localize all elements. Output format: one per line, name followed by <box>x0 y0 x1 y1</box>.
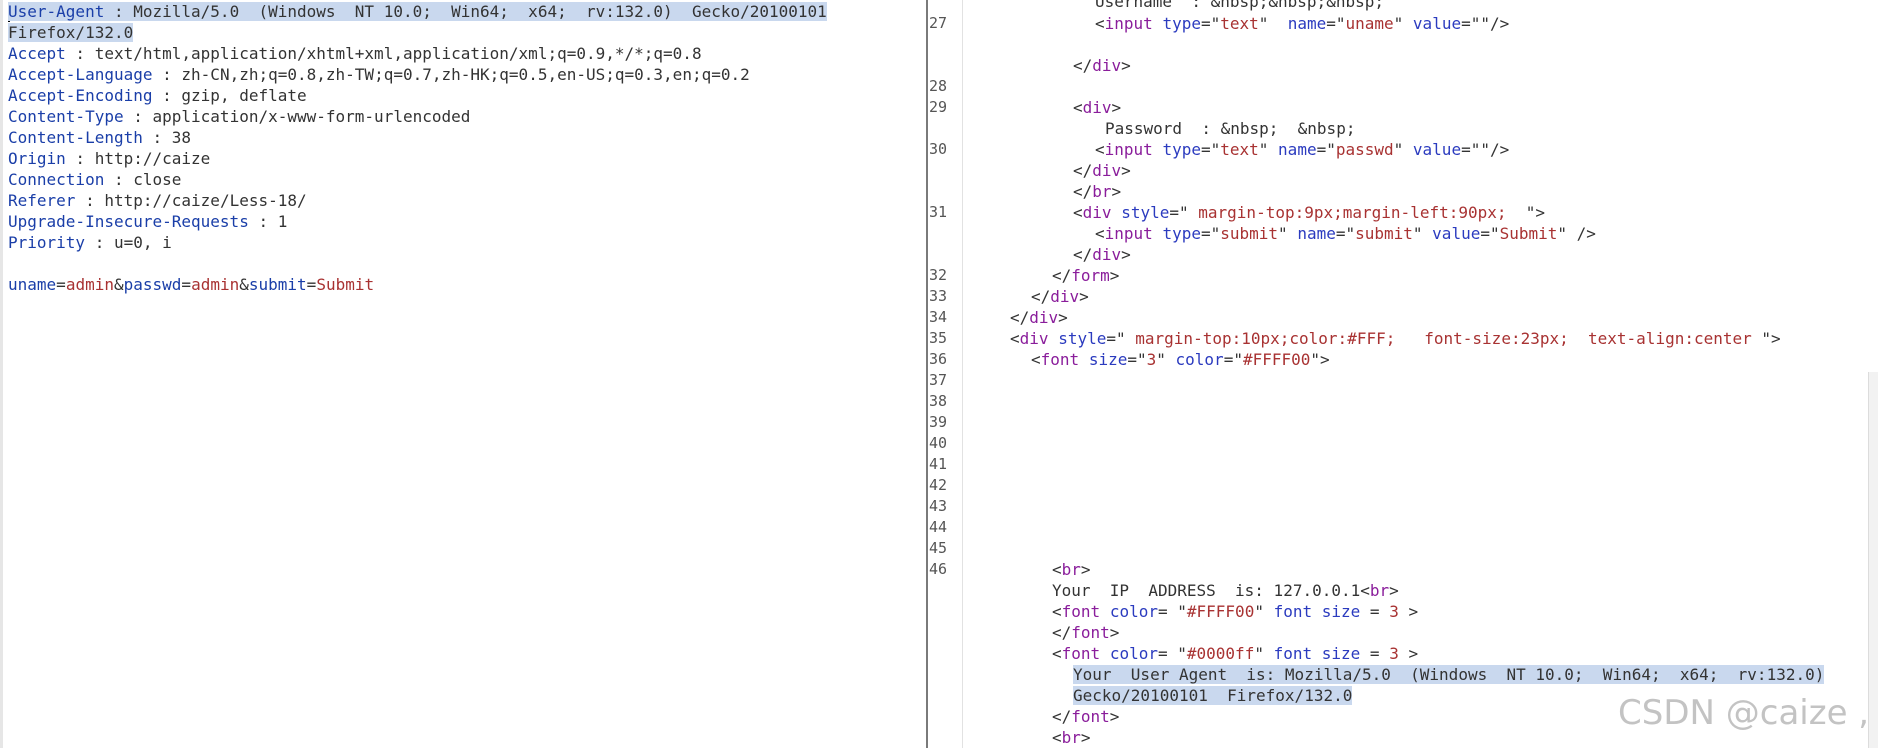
code-line: </font> <box>1052 623 1120 642</box>
header-line[interactable]: Accept-Language : zh-CN,zh;q=0.8,zh-TW;q… <box>8 64 750 85</box>
header-value: Mozilla/5.0 (Windows NT 10.0; Win64; x64… <box>133 2 827 21</box>
code-line: <div style=" margin-top:10px;color:#FFF;… <box>1010 329 1781 348</box>
line-number: 33 <box>929 287 948 305</box>
code-line: <font color= "#0000ff" font size = 3 > <box>1052 644 1419 663</box>
line-number: 36 <box>929 350 948 368</box>
header-line[interactable]: Content-Length : 38 <box>8 127 191 148</box>
line-number: 40 <box>929 434 948 452</box>
code-line: <div style=" margin-top:9px;margin-left:… <box>1073 203 1546 222</box>
line-number: 42 <box>929 476 948 494</box>
line-number: 27 <box>929 14 948 32</box>
line-number: 43 <box>929 497 948 515</box>
line-number: 28 <box>929 77 948 95</box>
code-line: </br> <box>1073 182 1122 201</box>
line-number: 32 <box>929 266 948 284</box>
header-line[interactable]: Priority : u=0, i <box>8 232 172 253</box>
line-number: 34 <box>929 308 948 326</box>
code-line: <font color= "#FFFF00" font size = 3 > <box>1052 602 1419 621</box>
code-line: <input type="text" name="uname" value=""… <box>1095 14 1510 33</box>
watermark: CSDN @caize , <box>1618 693 1870 733</box>
response-scrollbar[interactable] <box>1868 372 1878 748</box>
header-line[interactable]: Content-Type : application/x-www-form-ur… <box>8 106 470 127</box>
line-number: 31 <box>929 203 948 221</box>
code-line: <div> <box>1073 98 1122 117</box>
selected-code-line: Your User Agent is: Mozilla/5.0 (Windows… <box>1073 665 1825 684</box>
line-number: 37 <box>929 371 948 389</box>
header-line[interactable]: Connection : close <box>8 169 181 190</box>
code-line: </div> <box>1073 56 1131 75</box>
header-line[interactable]: Upgrade-Insecure-Requests : 1 <box>8 211 287 232</box>
line-number: 30 <box>929 140 948 158</box>
header-line[interactable]: User-Agent : Mozilla/5.0 (Windows NT 10.… <box>8 1 827 22</box>
line-number: 44 <box>929 518 948 536</box>
line-number: 41 <box>929 455 948 473</box>
selected-code-line: Gecko/20100101 Firefox/132.0 <box>1073 686 1353 705</box>
header-line[interactable]: Origin : http://caize <box>8 148 210 169</box>
code-line: <input type="text" name="passwd" value="… <box>1095 140 1510 159</box>
code-line: <br> <box>1052 728 1091 747</box>
code-line: </div> <box>1073 245 1131 264</box>
code-line: Username : &nbsp;&nbsp;&nbsp; <box>1095 0 1384 11</box>
line-number: 29 <box>929 98 948 116</box>
line-number: 46 <box>929 560 948 578</box>
header-line[interactable]: Referer : http://caize/Less-18/ <box>8 190 307 211</box>
header-line-continued[interactable]: Firefox/132.0 <box>8 22 134 43</box>
line-number: 39 <box>929 413 948 431</box>
code-line: <br> <box>1052 560 1091 579</box>
code-line: Your IP ADDRESS is: 127.0.0.1<br> <box>1052 581 1399 600</box>
header-line[interactable]: Accept-Encoding : gzip, deflate <box>8 85 307 106</box>
code-line: <input type="submit" name="submit" value… <box>1095 224 1596 243</box>
line-number: 45 <box>929 539 948 557</box>
code-line: </div> <box>1010 308 1068 327</box>
line-number: 38 <box>929 392 948 410</box>
code-line: <font size="3" color="#FFFF00"> <box>1031 350 1330 369</box>
code-line: Password : &nbsp; &nbsp; <box>1105 119 1356 138</box>
code-line: </font> <box>1052 707 1120 726</box>
header-key: User-Agent <box>8 2 105 21</box>
code-line: </div> <box>1073 161 1131 180</box>
request-body-line[interactable]: uname=admin&passwd=admin&submit=Submit <box>8 274 374 295</box>
line-number: 35 <box>929 329 948 347</box>
code-line: </div> <box>1031 287 1089 306</box>
header-line[interactable]: Accept : text/html,application/xhtml+xml… <box>8 43 702 64</box>
code-line: </form> <box>1052 266 1120 285</box>
